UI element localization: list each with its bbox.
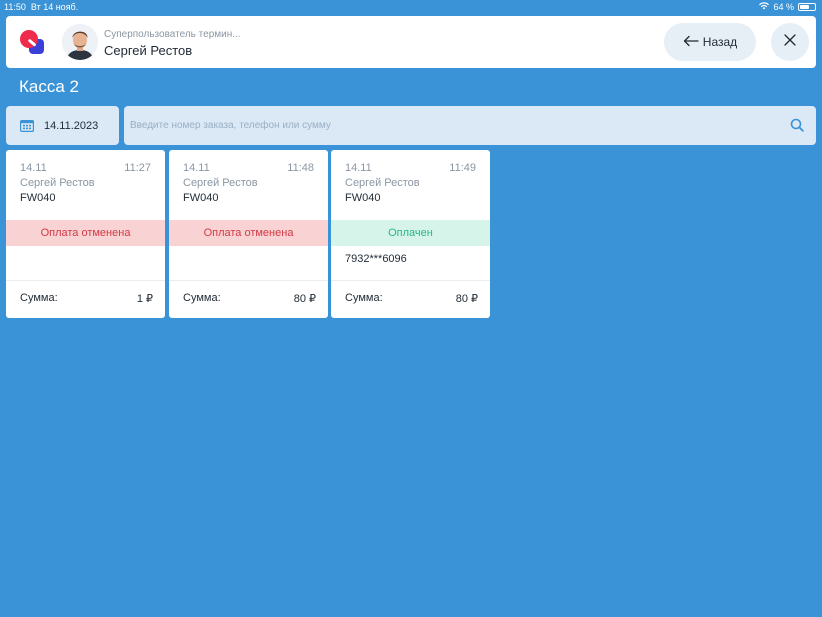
header-bar: Суперпользователь термин... Сергей Ресто… — [6, 16, 816, 68]
status-date: Вт 14 нояб. — [30, 2, 79, 12]
card-divider — [6, 280, 165, 281]
search-icon[interactable] — [790, 118, 804, 132]
order-time: 11:49 — [449, 162, 476, 174]
sum-label: Сумма: — [345, 292, 383, 304]
sum-value: 1 ₽ — [136, 293, 153, 305]
order-card[interactable]: 14.11 11:49 Сергей Рестов FW040 Оплачен … — [331, 150, 490, 318]
battery-level — [800, 5, 809, 9]
selected-date: 14.11.2023 — [44, 119, 99, 132]
status-time: 11:50 — [4, 2, 26, 12]
avatar — [62, 24, 98, 60]
sum-value: 80 ₽ — [293, 293, 316, 305]
date-picker-button[interactable]: 14.11.2023 — [6, 106, 119, 145]
order-customer: Сергей Рестов — [183, 177, 258, 189]
order-date: 14.11 — [345, 162, 372, 174]
order-code: FW040 — [20, 192, 56, 204]
order-phone: 7932***6096 — [345, 253, 407, 265]
user-role: Суперпользователь термин... — [104, 29, 241, 40]
status-indicators: 64 % — [759, 0, 816, 14]
wifi-icon — [759, 0, 770, 14]
search-box — [124, 106, 816, 145]
calendar-icon — [20, 119, 34, 132]
order-date: 14.11 — [183, 162, 210, 174]
order-code: FW040 — [183, 192, 219, 204]
back-button-label: Назад — [702, 35, 738, 49]
arrow-left-icon — [683, 35, 699, 50]
battery-icon — [798, 3, 816, 11]
app-logo-icon — [18, 28, 46, 56]
order-customer: Сергей Рестов — [345, 177, 420, 189]
order-time: 11:27 — [124, 162, 151, 174]
sum-value: 80 ₽ — [455, 293, 478, 305]
sum-label: Сумма: — [20, 292, 58, 304]
status-bar: 11:50 Вт 14 нояб. 64 % — [0, 0, 822, 14]
order-customer: Сергей Рестов — [20, 177, 95, 189]
order-code: FW040 — [345, 192, 381, 204]
order-time: 11:48 — [287, 162, 314, 174]
order-card[interactable]: 14.11 11:48 Сергей Рестов FW040 Оплата о… — [169, 150, 328, 318]
card-divider — [331, 280, 490, 281]
order-date: 14.11 — [20, 162, 47, 174]
close-icon — [784, 33, 796, 51]
status-badge: Оплата отменена — [6, 220, 165, 246]
sum-label: Сумма: — [183, 292, 221, 304]
search-input[interactable] — [130, 106, 770, 145]
back-button[interactable]: Назад — [664, 23, 756, 61]
order-card[interactable]: 14.11 11:27 Сергей Рестов FW040 Оплата о… — [6, 150, 165, 318]
page-title: Касса 2 — [19, 77, 79, 96]
status-badge: Оплата отменена — [169, 220, 328, 246]
status-badge: Оплачен — [331, 220, 490, 246]
status-time-date: 11:50 Вт 14 нояб. — [4, 0, 78, 14]
card-divider — [169, 280, 328, 281]
close-button[interactable] — [771, 23, 809, 61]
user-name: Сергей Рестов — [104, 43, 193, 58]
battery-percent: 64 % — [773, 2, 794, 12]
